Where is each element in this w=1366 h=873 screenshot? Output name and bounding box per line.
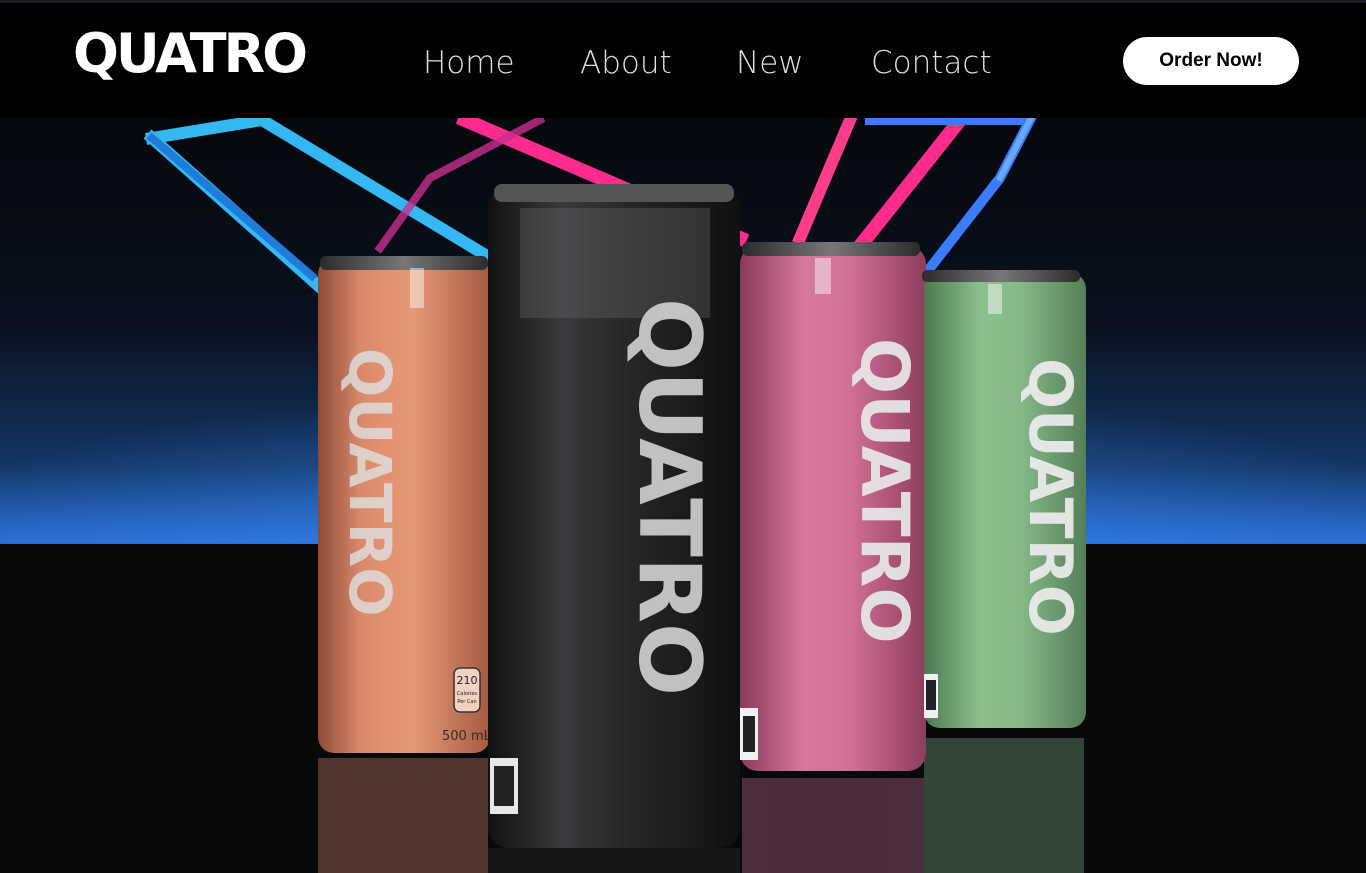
order-now-button[interactable]: Order Now!: [1123, 37, 1299, 85]
nav-link-about[interactable]: About: [580, 45, 672, 82]
can-volume: 500 mL: [442, 729, 492, 744]
hero-illustration: QUATRO 210 Calories Per Can 500 mL QUATR…: [0, 118, 1366, 873]
hero-product-render: QUATRO 210 Calories Per Can 500 mL QUATR…: [0, 118, 1366, 873]
nav-link-new[interactable]: New: [736, 45, 804, 82]
landing-page: QUATRO Home About New Contact Order Now!: [0, 0, 1366, 873]
can-green: QUATRO: [922, 270, 1086, 728]
can-green-brand: QUATRO: [1015, 358, 1085, 636]
top-navbar: QUATRO Home About New Contact Order Now!: [0, 3, 1366, 118]
can-peach-brand: QUATRO: [336, 348, 404, 617]
can-peach: QUATRO 210 Calories Per Can 500 mL: [318, 256, 492, 753]
can-calories-value: 210: [457, 674, 478, 687]
can-pink-brand: QUATRO: [846, 338, 923, 644]
nav-link-contact[interactable]: Contact: [871, 45, 992, 82]
can-calories-unit: Calories: [457, 691, 478, 697]
can-calories-note: Per Can: [457, 699, 476, 705]
can-black: QUATRO: [488, 184, 740, 848]
can-pink: QUATRO: [740, 242, 926, 771]
can-black-brand: QUATRO: [619, 298, 719, 696]
brand-logo[interactable]: QUATRO: [73, 27, 308, 81]
nav-link-home[interactable]: Home: [423, 45, 515, 82]
